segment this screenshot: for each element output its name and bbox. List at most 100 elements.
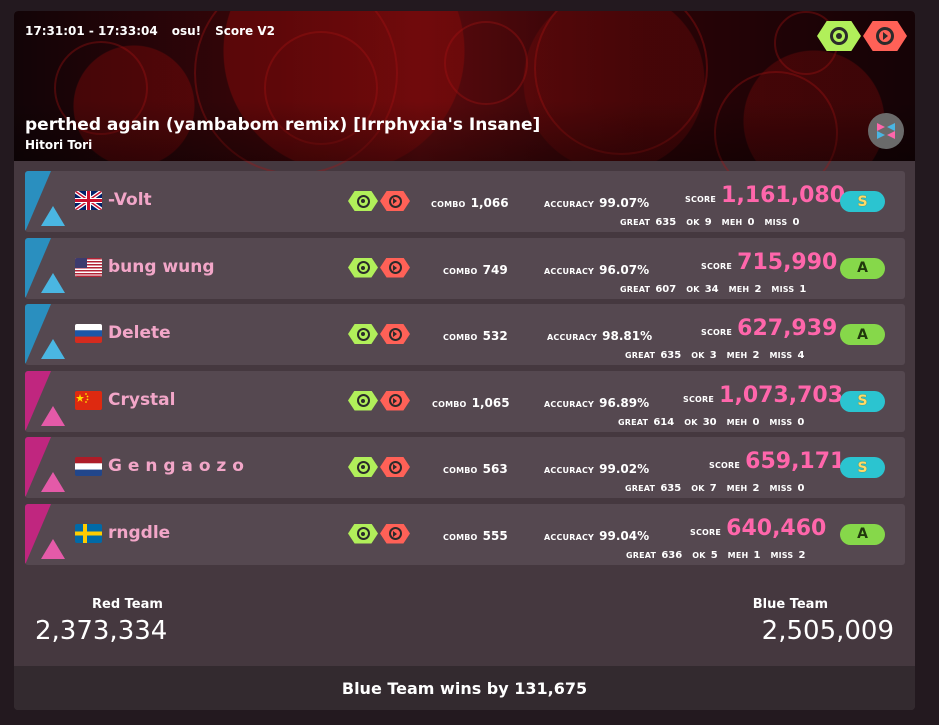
flag-cn-icon [75,390,102,410]
accuracy-stat: ACCURACY 99.07% [544,196,650,210]
player-name[interactable]: rngdle [108,523,170,543]
accuracy-stat: ACCURACY 99.02% [544,462,650,476]
player-row[interactable]: Delete COMBO 532 ACCURACY 98.81% SCORE 6… [25,304,905,365]
player-mods [348,324,410,344]
combo-stat: COMBO 532 [443,329,508,343]
accuracy-value: 99.04% [599,528,650,543]
nofail-icon [817,21,861,51]
accuracy-stat: ACCURACY 96.07% [544,262,650,277]
hit-counts: GREAT 635 OK 7 MEH 2 MISS 0 [625,483,805,494]
match-info: 17:31:01 - 17:33:04 osu! Score V2 [25,24,275,38]
blue-team-score: 2,505,009 [761,616,894,646]
hit-counts: GREAT 635 OK 9 MEH 0 MISS 0 [620,217,800,228]
player-row[interactable]: Crystal COMBO 1,065 ACCURACY 96.89% SCOR… [25,370,905,432]
nofail-icon [348,257,378,278]
score-stat: SCORE 640,460 [690,515,827,541]
combo-stat: COMBO 1,065 [432,395,510,410]
flag-nl-icon [75,457,102,476]
score-stat: SCORE 715,990 [701,249,838,275]
doubletime-icon [380,257,410,278]
score-value: 659,171 [745,449,846,474]
score-value: 627,939 [737,316,838,341]
combo-value: 563 [482,462,508,476]
doubletime-icon [380,390,410,411]
score-value: 1,161,080 [721,183,846,208]
accuracy-stat: ACCURACY 99.04% [544,528,650,543]
game-mode: osu! [171,24,202,38]
player-score-list: -Volt COMBO 1,066 ACCURACY 99.07% SCORE … [25,171,905,570]
player-name[interactable]: -Volt [108,190,152,210]
accuracy-value: 96.07% [599,262,650,277]
doubletime-icon [380,324,410,344]
hit-counts: GREAT 636 OK 5 MEH 1 MISS 2 [626,549,806,561]
match-result-panel: 17:31:01 - 17:33:04 osu! Score V2 perthe… [14,11,915,710]
accuracy-value: 96.89% [599,395,650,410]
player-name[interactable]: Delete [108,323,171,343]
combo-stat: COMBO 555 [443,528,508,543]
nofail-icon [348,324,378,344]
accuracy-value: 99.02% [599,462,650,476]
player-mods [348,390,410,411]
team-totals: Red Team 2,373,334 Blue Team 2,505,009 [14,591,915,666]
result-text: Blue Team wins by 131,675 [341,678,588,698]
combo-value: 1,065 [471,395,510,410]
rank-badge: A [840,324,885,345]
accuracy-stat: ACCURACY 96.89% [544,395,650,410]
combo-value: 532 [482,329,508,343]
hit-counts: GREAT 635 OK 3 MEH 2 MISS 4 [625,350,805,361]
combo-stat: COMBO 749 [443,262,508,277]
nofail-icon [348,191,378,211]
flag-ru-icon [75,324,102,343]
song-artist: Hitori Tori [25,138,93,152]
player-mods [348,257,410,278]
score-value: 715,990 [737,249,838,275]
doubletime-icon [380,457,410,477]
player-name[interactable]: G e n g a o z o [108,456,244,476]
doubletime-icon [380,191,410,211]
time-range: 17:31:01 - 17:33:04 [25,24,158,38]
match-result: Blue Team wins by 131,675 [14,666,915,710]
player-mods [348,457,410,477]
combo-value: 749 [482,262,508,277]
accuracy-stat: ACCURACY 98.81% [547,329,653,343]
score-stat: SCORE 659,171 [709,449,846,474]
flag-se-icon [75,523,102,543]
accuracy-value: 98.81% [602,329,653,343]
rank-badge: A [840,257,885,279]
player-row[interactable]: rngdle COMBO 555 ACCURACY 99.04% SCORE 6… [25,503,905,565]
flag-gb-icon [75,191,102,210]
red-team-name: Red Team [92,597,163,612]
doubletime-icon [380,523,410,544]
hit-counts: GREAT 607 OK 34 MEH 2 MISS 1 [620,283,807,295]
nofail-icon [348,457,378,477]
player-mods [348,191,410,211]
song-title: perthed again (yambabom remix) [Irrphyxi… [25,115,541,135]
rank-badge: S [840,457,885,478]
team-vs-mode-icon[interactable] [868,113,904,149]
accuracy-value: 99.07% [599,196,650,210]
score-stat: SCORE 1,073,703 [683,382,844,408]
match-mods [817,21,907,51]
nofail-icon [348,523,378,544]
score-value: 640,460 [726,515,827,541]
player-row[interactable]: -Volt COMBO 1,066 ACCURACY 99.07% SCORE … [25,171,905,232]
beatmap-header: 17:31:01 - 17:33:04 osu! Score V2 perthe… [14,11,915,195]
player-row[interactable]: bung wung COMBO 749 ACCURACY 96.07% SCOR… [25,237,905,299]
score-stat: SCORE 1,161,080 [685,183,846,208]
nofail-icon [348,390,378,411]
rank-badge: S [840,390,885,412]
blue-team-name: Blue Team [752,597,828,612]
player-name[interactable]: Crystal [108,390,176,410]
combo-value: 555 [482,528,508,543]
rank-badge: A [840,523,885,545]
rank-badge: S [840,191,885,212]
scoring-type: Score V2 [215,24,276,38]
combo-stat: COMBO 563 [443,462,508,476]
player-row[interactable]: G e n g a o z o COMBO 563 ACCURACY 99.02… [25,437,905,498]
combo-value: 1,066 [470,196,509,210]
flag-us-icon [75,257,102,277]
doubletime-icon [863,21,907,51]
red-team-score: 2,373,334 [35,616,168,646]
player-mods [348,523,410,544]
player-name[interactable]: bung wung [108,257,215,277]
